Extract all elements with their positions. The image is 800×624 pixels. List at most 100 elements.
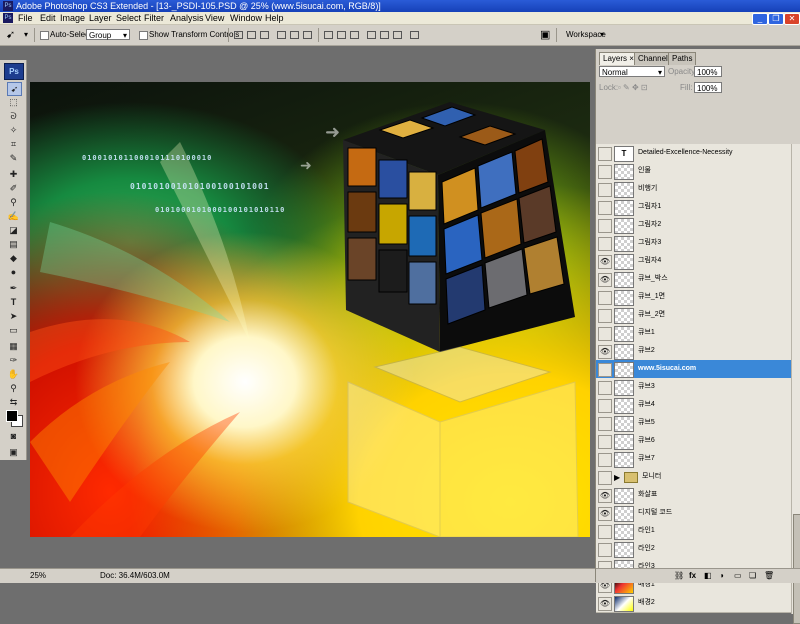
visibility-eye-icon[interactable] <box>598 291 612 305</box>
visibility-eye-icon[interactable]: 👁 <box>598 597 612 611</box>
visibility-eye-icon[interactable]: 👁 <box>598 489 612 503</box>
tab-paths[interactable]: Paths <box>668 52 697 65</box>
shape-tool-icon[interactable]: ▭ <box>7 324 20 336</box>
distribute-hcenter-icon[interactable] <box>380 31 389 39</box>
layer-row[interactable]: 큐브_1면 <box>596 288 791 307</box>
blend-mode-dropdown[interactable]: Normal ▾ <box>599 66 665 77</box>
visibility-eye-icon[interactable] <box>598 399 612 413</box>
layer-row[interactable]: 라인2 <box>596 540 791 559</box>
visibility-eye-icon[interactable] <box>598 453 612 467</box>
layer-row[interactable]: ▶ 모니터 <box>596 468 791 487</box>
layers-scrollbar[interactable] <box>791 144 800 624</box>
align-bottom-icon[interactable] <box>260 31 269 39</box>
layer-row[interactable]: 👁 그림자4 <box>596 252 791 271</box>
layer-row[interactable]: 큐브1 <box>596 324 791 343</box>
distribute-top-icon[interactable] <box>324 31 333 39</box>
visibility-eye-icon[interactable]: 👁 <box>598 273 612 287</box>
expand-triangle-icon[interactable]: ▶ <box>614 473 620 482</box>
zoom-tool-icon[interactable]: ⚲ <box>7 382 20 394</box>
visibility-eye-icon[interactable] <box>598 543 612 557</box>
swap-colors-icon[interactable]: ⇆ <box>7 396 20 408</box>
hand-tool-icon[interactable]: ✋ <box>7 368 20 380</box>
photoshop-logo[interactable]: Ps <box>4 63 24 80</box>
restore-icon[interactable]: ❐ <box>768 13 784 25</box>
layer-row[interactable]: 그림자3 <box>596 234 791 253</box>
layer-row[interactable]: 큐브7 <box>596 450 791 469</box>
layer-row[interactable]: www.5isucai.com <box>596 360 791 379</box>
align-top-icon[interactable] <box>234 31 243 39</box>
zoom-level[interactable]: 25% <box>30 569 46 583</box>
visibility-eye-icon[interactable]: 👁 <box>598 255 612 269</box>
layer-row[interactable]: 👁 큐브_박스 <box>596 270 791 289</box>
document-icon[interactable]: Ps <box>3 13 13 23</box>
notes-tool-icon[interactable]: ▦ <box>7 340 20 352</box>
visibility-eye-icon[interactable] <box>598 237 612 251</box>
clone-stamp-icon[interactable]: ⚲ <box>7 196 20 208</box>
menu-file[interactable]: File <box>18 12 33 24</box>
auto-align-icon[interactable] <box>410 31 419 39</box>
layer-row[interactable]: 큐브6 <box>596 432 791 451</box>
layer-row[interactable]: 인물 <box>596 162 791 181</box>
menu-image[interactable]: Image <box>60 12 85 24</box>
healing-brush-icon[interactable]: ✚ <box>7 168 20 180</box>
magic-wand-tool-icon[interactable]: ✧ <box>7 124 20 136</box>
chevron-down-icon[interactable]: ▾ <box>600 25 604 45</box>
visibility-eye-icon[interactable] <box>598 525 612 539</box>
type-tool-icon[interactable]: T <box>7 296 20 308</box>
path-selection-icon[interactable]: ➤ <box>7 310 20 322</box>
tool-preset-dropdown-icon[interactable]: ▾ <box>24 25 28 45</box>
layer-row[interactable]: 큐브3 <box>596 378 791 397</box>
visibility-eye-icon[interactable] <box>598 147 612 161</box>
distribute-bottom-icon[interactable] <box>350 31 359 39</box>
layer-row[interactable]: T Detailed-Excellence-Necessity <box>596 144 791 163</box>
blur-tool-icon[interactable]: ◆ <box>7 252 20 264</box>
menu-layer[interactable]: Layer <box>89 12 112 24</box>
visibility-eye-icon[interactable] <box>598 381 612 395</box>
layer-row[interactable]: 그림자2 <box>596 216 791 235</box>
layer-row[interactable]: 👁 큐브2 <box>596 342 791 361</box>
visibility-eye-icon[interactable] <box>598 219 612 233</box>
menu-help[interactable]: Help <box>265 12 284 24</box>
lock-icons[interactable]: ▫ ✎ ✥ ⊡ <box>618 82 648 94</box>
pen-tool-icon[interactable]: ✒ <box>7 282 20 294</box>
align-right-icon[interactable] <box>303 31 312 39</box>
lasso-tool-icon[interactable]: ᘐ <box>7 110 20 122</box>
visibility-eye-icon[interactable] <box>598 165 612 179</box>
menu-analysis[interactable]: Analysis <box>170 12 204 24</box>
visibility-eye-icon[interactable] <box>598 435 612 449</box>
visibility-eye-icon[interactable] <box>598 327 612 341</box>
menu-view[interactable]: View <box>205 12 224 24</box>
distribute-left-icon[interactable] <box>367 31 376 39</box>
dodge-tool-icon[interactable]: ● <box>7 266 20 278</box>
distribute-vcenter-icon[interactable] <box>337 31 346 39</box>
visibility-eye-icon[interactable] <box>598 309 612 323</box>
visibility-eye-icon[interactable] <box>598 183 612 197</box>
align-left-icon[interactable] <box>277 31 286 39</box>
distribute-right-icon[interactable] <box>393 31 402 39</box>
auto-select-dropdown[interactable]: Group ▾ <box>86 29 130 40</box>
menu-window[interactable]: Window <box>230 12 262 24</box>
adjustment-icon[interactable]: ◑ <box>719 569 724 583</box>
fx-icon[interactable]: fx <box>689 569 696 583</box>
show-transform-checkbox[interactable] <box>139 31 148 40</box>
eraser-tool-icon[interactable]: ◪ <box>7 224 20 236</box>
layer-row[interactable]: 👁 화살표 <box>596 486 791 505</box>
layer-row[interactable]: 큐브_2면 <box>596 306 791 325</box>
layer-row[interactable]: 큐브4 <box>596 396 791 415</box>
crop-tool-icon[interactable]: ⌗ <box>7 138 20 150</box>
screen-mode-icon[interactable]: ▣ <box>7 446 20 458</box>
foreground-color-swatch[interactable] <box>6 410 18 422</box>
new-layer-icon[interactable]: ❏ <box>749 569 756 583</box>
document-canvas[interactable]: 0100101011000101110100010 01010100101010… <box>30 82 590 537</box>
visibility-eye-icon[interactable] <box>598 417 612 431</box>
history-brush-icon[interactable]: ✍ <box>7 210 20 222</box>
menu-edit[interactable]: Edit <box>40 12 56 24</box>
quick-mask-icon[interactable]: ◙ <box>7 430 20 442</box>
layer-row[interactable]: 라인1 <box>596 522 791 541</box>
visibility-eye-icon[interactable] <box>598 201 612 215</box>
layer-row[interactable]: 👁 디지털 코드 <box>596 504 791 523</box>
visibility-eye-icon[interactable]: 👁 <box>598 345 612 359</box>
layer-row[interactable]: 그림자1 <box>596 198 791 217</box>
layer-row[interactable]: 큐브5 <box>596 414 791 433</box>
gradient-tool-icon[interactable]: ▤ <box>7 238 20 250</box>
